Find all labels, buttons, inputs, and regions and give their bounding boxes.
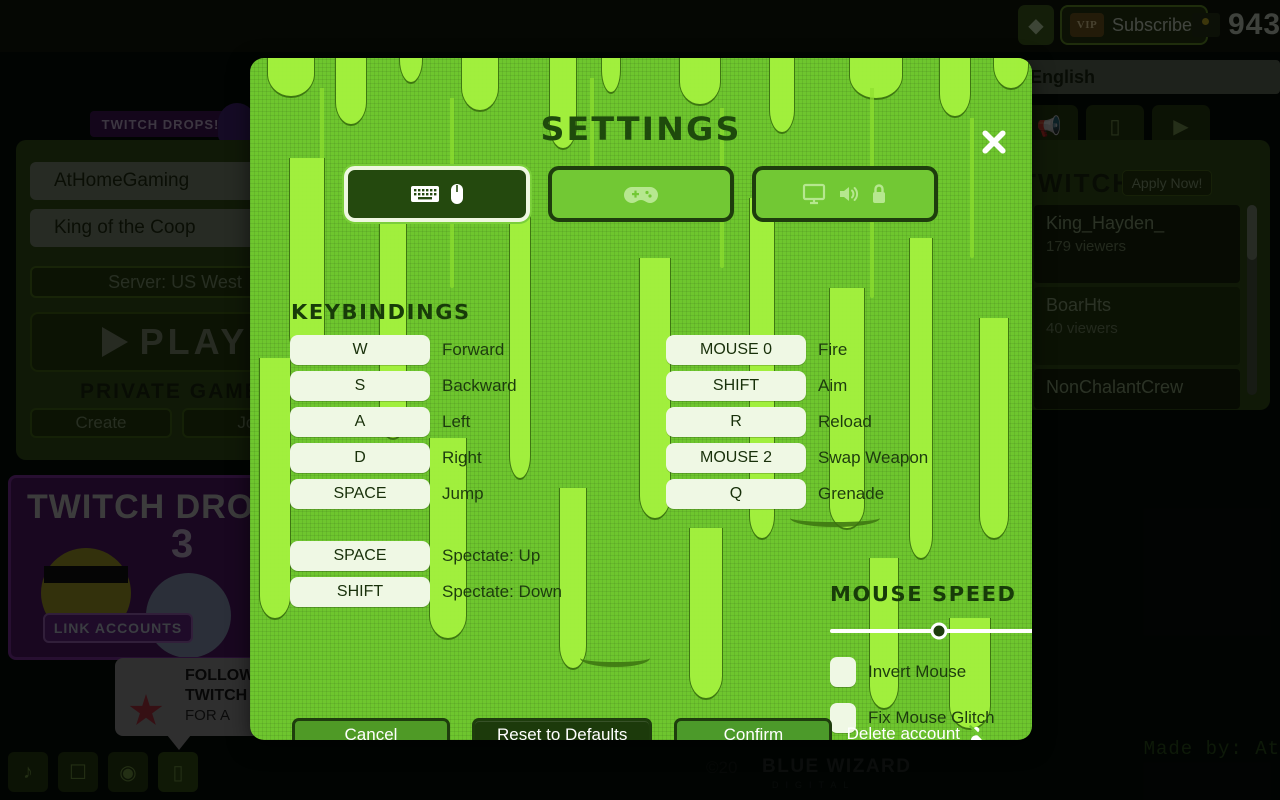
- binding-row: S Backward: [290, 368, 614, 404]
- keybindings-column-right: MOUSE 0 Fire SHIFT Aim R Reload MOUSE 2 …: [666, 332, 990, 512]
- binding-action-label: Forward: [442, 340, 505, 359]
- settings-modal-content: SETTINGS KEYBINDINGS W Forward S Backwar…: [250, 110, 1032, 740]
- binding-row: Q Grenade: [666, 476, 990, 512]
- key-button[interactable]: MOUSE 2: [666, 443, 806, 473]
- mouse-speed-slider-wrap: 50: [830, 620, 1032, 641]
- tab-display-audio-privacy[interactable]: [752, 166, 938, 222]
- mouse-icon: [451, 184, 463, 204]
- binding-row: MOUSE 0 Fire: [666, 332, 990, 368]
- key-button[interactable]: D: [290, 443, 430, 473]
- keybindings-columns: W Forward S Backward A Left D Right SPAC…: [290, 332, 990, 512]
- binding-row: W Forward: [290, 332, 614, 368]
- tab-gamepad[interactable]: [548, 166, 734, 222]
- settings-tabs: [250, 166, 1032, 222]
- binding-action-label: Fire: [818, 340, 848, 359]
- user-slash-icon: [969, 725, 986, 740]
- invert-mouse-row: Invert Mouse: [830, 657, 1032, 687]
- mouse-speed-slider[interactable]: [830, 622, 1032, 639]
- confirm-button[interactable]: Confirm: [674, 718, 833, 740]
- tab-keyboard-mouse[interactable]: [344, 166, 530, 222]
- delete-account-link[interactable]: Delete account: [847, 724, 988, 740]
- binding-action-label: Jump: [442, 484, 484, 503]
- key-button[interactable]: SPACE: [290, 541, 430, 571]
- app-root: ◆ VIP Subscribe 943 English TWITCH DROPS…: [0, 0, 1280, 800]
- key-button[interactable]: SHIFT: [290, 577, 430, 607]
- keybindings-column-left: W Forward S Backward A Left D Right SPAC…: [290, 332, 614, 512]
- binding-action-label: Left: [442, 412, 471, 431]
- lock-icon: [873, 184, 885, 203]
- key-button[interactable]: SPACE: [290, 479, 430, 509]
- key-button[interactable]: R: [666, 407, 806, 437]
- binding-row: A Left: [290, 404, 614, 440]
- key-button[interactable]: A: [290, 407, 430, 437]
- binding-row: SHIFT Aim: [666, 368, 990, 404]
- binding-action-label: Aim: [818, 376, 848, 395]
- monitor-icon: [802, 183, 826, 205]
- binding-row: SPACE Jump: [290, 476, 614, 512]
- binding-row: D Right: [290, 440, 614, 476]
- modal-footer-buttons: Cancel Reset to Defaults Confirm: [292, 718, 833, 740]
- keyboard-icon: [411, 186, 439, 202]
- key-button[interactable]: SHIFT: [666, 371, 806, 401]
- binding-row: MOUSE 2 Swap Weapon: [666, 440, 990, 476]
- invert-mouse-label: Invert Mouse: [868, 662, 967, 681]
- binding-action-label: Reload: [818, 412, 872, 431]
- binding-row: R Reload: [666, 404, 990, 440]
- keybindings-title: KEYBINDINGS: [291, 300, 471, 324]
- mouse-speed-title: MOUSE SPEED: [830, 582, 1017, 606]
- delete-account-label: Delete account: [846, 724, 960, 740]
- slider-thumb[interactable]: [930, 622, 948, 639]
- binding-row: SHIFT Spectate: Down: [290, 574, 614, 610]
- page-title: SETTINGS: [540, 110, 742, 148]
- binding-row: SPACE Spectate: Up: [290, 538, 614, 574]
- binding-action-label: Spectate: Up: [442, 546, 541, 565]
- binding-action-label: Spectate: Down: [442, 582, 563, 601]
- binding-action-label: Grenade: [818, 484, 885, 503]
- spectate-bindings: SPACE Spectate: Up SHIFT Spectate: Down: [290, 538, 614, 610]
- key-button[interactable]: Q: [666, 479, 806, 509]
- binding-action-label: Right: [442, 448, 482, 467]
- reset-to-defaults-button[interactable]: Reset to Defaults: [472, 718, 653, 740]
- speaker-icon: [840, 187, 859, 201]
- binding-action-label: Backward: [442, 376, 517, 395]
- cancel-button[interactable]: Cancel: [292, 718, 450, 740]
- invert-mouse-checkbox[interactable]: [830, 657, 856, 687]
- mouse-speed-section: MOUSE SPEED 50 Invert Mouse Fix Mouse Gl…: [830, 582, 1032, 733]
- binding-action-label: Swap Weapon: [818, 448, 929, 467]
- gamepad-icon: [624, 187, 658, 203]
- settings-modal: SETTINGS KEYBINDINGS W Forward S Backwar…: [250, 58, 1032, 740]
- key-button[interactable]: MOUSE 0: [666, 335, 806, 365]
- key-button[interactable]: W: [290, 335, 430, 365]
- key-button[interactable]: S: [290, 371, 430, 401]
